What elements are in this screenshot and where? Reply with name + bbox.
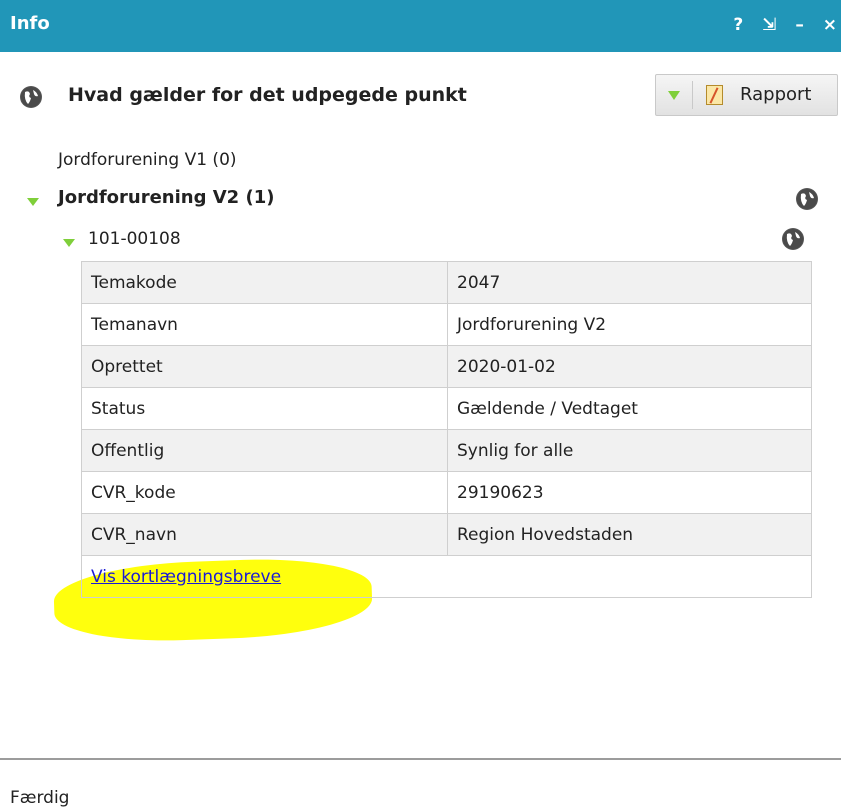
attr-key: Oprettet xyxy=(81,345,448,388)
table-row: CVR_kode 29190623 xyxy=(81,471,812,514)
close-button[interactable]: × xyxy=(823,15,837,35)
window-controls: ? ⇲ – × xyxy=(720,15,837,35)
table-row: Temakode 2047 xyxy=(81,261,812,304)
minimize-button[interactable]: – xyxy=(795,15,804,35)
attribute-table: Temakode 2047 Temanavn Jordforurening V2… xyxy=(81,261,812,598)
tree-item-layer2[interactable]: Jordforurening V2 (1) xyxy=(58,187,274,208)
vis-kortlaegningsbreve-link[interactable]: Vis kortlægningsbreve xyxy=(91,567,281,587)
expand-triangle-icon[interactable] xyxy=(63,239,75,247)
link-cell: Vis kortlægningsbreve xyxy=(81,555,812,598)
globe-icon[interactable] xyxy=(782,228,804,250)
help-button[interactable]: ? xyxy=(733,15,743,35)
tree-item-layer1[interactable]: Jordforurening V1 (0) xyxy=(58,150,237,170)
tree-item-feature[interactable]: 101-00108 xyxy=(88,229,181,249)
attr-value: 29190623 xyxy=(447,471,812,514)
globe-icon[interactable] xyxy=(796,188,818,210)
rapport-button[interactable]: Rapport xyxy=(655,74,838,116)
button-divider xyxy=(692,81,693,109)
globe-icon[interactable] xyxy=(20,86,42,108)
attr-key: Temakode xyxy=(81,261,448,304)
attr-key: Offentlig xyxy=(81,429,448,472)
attr-value: Region Hovedstaden xyxy=(447,513,812,556)
table-row: Oprettet 2020-01-02 xyxy=(81,345,812,388)
attr-value: 2020-01-02 xyxy=(447,345,812,388)
page-title: Hvad gælder for det udpegede punkt xyxy=(68,84,467,106)
attr-key: Status xyxy=(81,387,448,430)
attr-value: Gældende / Vedtaget xyxy=(447,387,812,430)
table-row: Status Gældende / Vedtaget xyxy=(81,387,812,430)
table-row: CVR_navn Region Hovedstaden xyxy=(81,513,812,556)
attr-value: Jordforurening V2 xyxy=(447,303,812,346)
window-titlebar: Info ? ⇲ – × xyxy=(0,0,841,52)
table-row: Vis kortlægningsbreve xyxy=(81,555,812,598)
attr-value: 2047 xyxy=(447,261,812,304)
attr-value: Synlig for alle xyxy=(447,429,812,472)
attr-key: Temanavn xyxy=(81,303,448,346)
dropdown-triangle-icon[interactable] xyxy=(668,91,680,100)
rapport-label: Rapport xyxy=(740,84,812,105)
status-text: Færdig xyxy=(10,788,70,808)
footer-divider xyxy=(0,758,841,760)
undock-button[interactable]: ⇲ xyxy=(762,15,776,35)
report-icon xyxy=(706,85,723,105)
attr-key: CVR_navn xyxy=(81,513,448,556)
table-row: Offentlig Synlig for alle xyxy=(81,429,812,472)
window-title: Info xyxy=(10,13,50,34)
table-row: Temanavn Jordforurening V2 xyxy=(81,303,812,346)
attr-key: CVR_kode xyxy=(81,471,448,514)
expand-triangle-icon[interactable] xyxy=(27,198,39,206)
